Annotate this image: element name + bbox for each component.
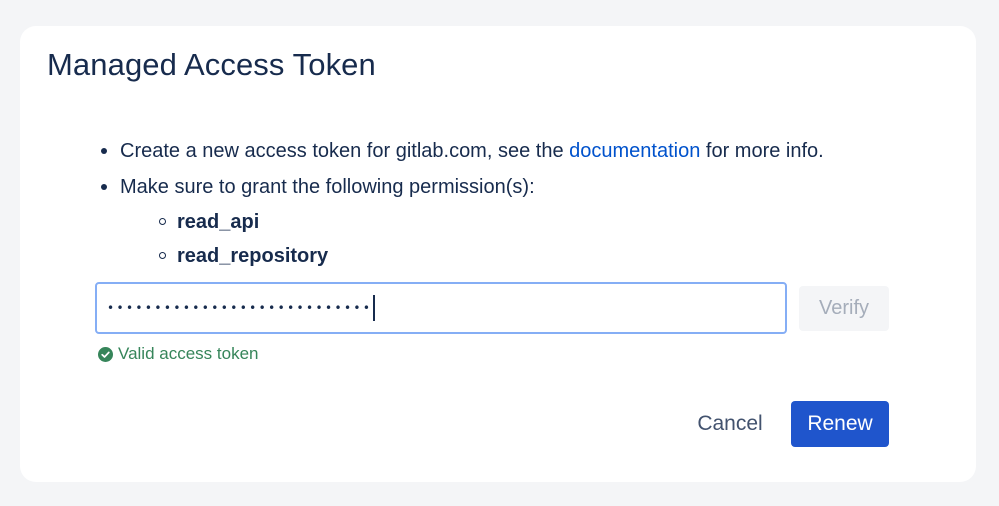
instruction-text-prefix: Create a new access token for gitlab.com… — [120, 140, 570, 162]
permissions-instruction-text: Make sure to grant the following permiss… — [120, 176, 535, 198]
bullet-icon — [101, 184, 107, 190]
permission-label: read_repository — [177, 245, 329, 267]
cancel-button[interactable]: Cancel — [684, 402, 776, 446]
permission-item: read_api — [159, 209, 328, 243]
check-circle-icon — [98, 346, 113, 362]
token-status: Valid access token — [98, 344, 258, 364]
access-token-input[interactable]: •••••••••••••••••••••••••••• — [95, 282, 787, 334]
circle-bullet-icon — [159, 252, 166, 259]
access-token-value[interactable]: •••••••••••••••••••••••••••• — [107, 301, 372, 315]
text-cursor — [373, 295, 376, 321]
bullet-icon — [101, 148, 107, 154]
circle-bullet-icon — [159, 218, 166, 225]
instruction-text-suffix: for more info. — [700, 140, 824, 162]
status-text: Valid access token — [118, 344, 259, 363]
renew-button[interactable]: Renew — [791, 401, 889, 447]
dialog-title: Managed Access Token — [47, 47, 376, 82]
managed-access-token-dialog: Managed Access Token Create a new access… — [20, 26, 976, 482]
instructions-list: Create a new access token for gitlab.com… — [101, 138, 824, 267]
permission-label: read_api — [177, 211, 260, 233]
verify-button[interactable]: Verify — [799, 286, 889, 331]
documentation-link[interactable]: documentation — [569, 140, 700, 162]
permission-item: read_repository — [159, 243, 328, 277]
instruction-item-permissions: Make sure to grant the following permiss… — [101, 174, 824, 267]
instruction-item-create-token: Create a new access token for gitlab.com… — [101, 138, 824, 174]
permissions-list: read_api read_repository — [159, 209, 328, 277]
